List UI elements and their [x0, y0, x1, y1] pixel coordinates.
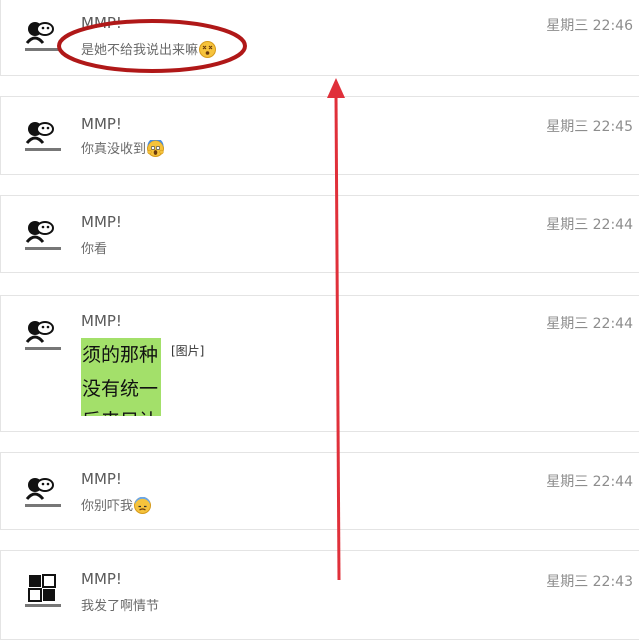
conversation-item[interactable]: MMP! 星期三 22:44 你看: [0, 195, 639, 273]
annotation-arrow-head: [327, 78, 345, 98]
avatar: [23, 314, 63, 354]
avatar: [23, 15, 63, 55]
image-text-line: 没有统一: [82, 378, 159, 400]
contact-name: MMP!: [81, 213, 122, 231]
anxious-face-icon: [134, 496, 152, 514]
conversation-item[interactable]: MMP! 星期三 22:45 你真没收到: [0, 96, 639, 175]
message-time: 星期三 22:46: [546, 18, 633, 34]
message-preview: 你别吓我: [81, 495, 152, 514]
message-preview: 我发了啊情节: [81, 595, 159, 614]
message-preview: 你真没收到: [81, 138, 165, 157]
avatar: [23, 571, 63, 611]
dizzy-face-icon: [199, 41, 217, 58]
image-text-line: 后来只让: [82, 406, 158, 416]
contact-name: MMP!: [81, 312, 122, 330]
conversation-item[interactable]: MMP! 星期三 22:44 须的那种 没有统一 后来只让 [图片]: [0, 295, 639, 432]
conversation-item[interactable]: MMP! 星期三 22:46 是她不给我说出来嘛: [0, 0, 639, 76]
scream-face-icon: [147, 138, 165, 157]
contact-name: MMP!: [81, 115, 122, 133]
conversation-item[interactable]: MMP! 星期三 22:44 你别吓我: [0, 452, 639, 530]
message-text: 你别吓我: [81, 499, 134, 514]
message-time: 星期三 22:44: [546, 316, 633, 332]
contact-name: MMP!: [81, 14, 122, 32]
avatar: [23, 115, 63, 155]
contact-name: MMP!: [81, 570, 122, 588]
image-thumbnail[interactable]: 须的那种 没有统一 后来只让: [81, 338, 161, 416]
message-text: 我发了啊情节: [81, 599, 160, 614]
contact-name: MMP!: [81, 470, 122, 488]
message-text: 你真没收到: [81, 142, 147, 157]
message-time: 星期三 22:45: [546, 119, 633, 135]
conversation-item[interactable]: MMP! 星期三 22:43 我发了啊情节: [0, 550, 639, 640]
image-text-line: 须的那种: [82, 344, 159, 366]
message-time: 星期三 22:43: [546, 574, 633, 590]
avatar: [23, 471, 63, 511]
message-text: 是她不给我说出来嘛: [81, 43, 199, 58]
message-time: 星期三 22:44: [546, 474, 633, 490]
message-time: 星期三 22:44: [546, 217, 633, 233]
avatar: [23, 214, 63, 254]
image-label: [图片]: [171, 344, 205, 358]
message-preview: 你看: [81, 238, 107, 257]
message-text: 你看: [81, 242, 108, 257]
message-preview: 是她不给我说出来嘛: [81, 39, 217, 58]
